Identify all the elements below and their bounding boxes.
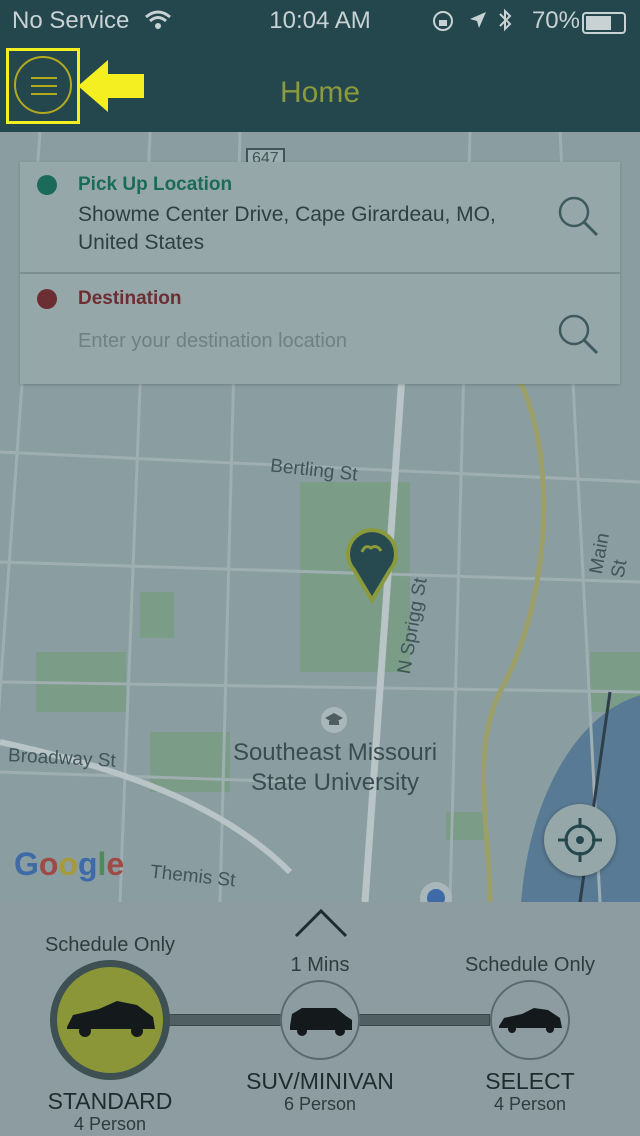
destination-input[interactable]: Enter your destination location — [78, 330, 347, 353]
street-label: Main St — [586, 531, 632, 580]
vehicle-name: STANDARD — [47, 1088, 173, 1114]
vehicle-name: SUV/MINIVAN — [246, 1068, 394, 1094]
search-icon[interactable] — [556, 312, 600, 356]
vehicle-option-select[interactable]: Schedule Only SELECT 4 Person — [430, 902, 630, 1136]
status-bar: No Service 10:04 AM 70% — [0, 0, 640, 40]
vehicle-selector: Schedule Only STANDARD 4 Person 1 Mins S… — [0, 902, 640, 1136]
destination-dot — [37, 289, 57, 309]
battery-percent: 70% — [531, 7, 580, 34]
vehicle-availability: 1 Mins — [290, 954, 350, 976]
my-location-button[interactable] — [544, 804, 616, 876]
vehicle-option-suv[interactable]: 1 Mins SUV/MINIVAN 6 Person — [220, 902, 420, 1136]
vehicle-capacity: 6 Person — [283, 1094, 357, 1114]
car-icon — [290, 1008, 352, 1036]
battery-icon — [582, 12, 626, 34]
university-label: Southeast Missouri State University — [232, 739, 438, 796]
vehicle-circle — [50, 960, 170, 1080]
car-icon — [67, 1001, 155, 1037]
pickup-card[interactable]: Pick Up Location Showme Center Drive, Ca… — [20, 162, 620, 272]
crosshair-icon — [558, 818, 602, 862]
pickup-pin-icon[interactable] — [340, 524, 404, 604]
location-arrow-icon — [470, 12, 486, 28]
app-header: Home — [0, 40, 640, 132]
vehicle-capacity: 4 Person — [73, 1114, 147, 1134]
pickup-label: Pick Up Location — [78, 174, 233, 195]
location-panel: Pick Up Location Showme Center Drive, Ca… — [20, 162, 620, 384]
vehicle-circle — [490, 980, 570, 1060]
page-title: Home — [279, 76, 361, 109]
google-logo: Google — [14, 846, 125, 882]
pickup-dot — [37, 175, 57, 195]
current-location-dot — [420, 882, 452, 902]
bluetooth-icon — [499, 8, 512, 32]
destination-label: Destination — [78, 288, 182, 309]
pickup-address: Showme Center Drive, Cape Girardeau, MO,… — [78, 203, 496, 254]
vehicle-capacity: 4 Person — [493, 1094, 567, 1114]
vehicle-availability: Schedule Only — [464, 954, 596, 976]
vehicle-circle — [280, 980, 360, 1060]
rotation-lock-icon — [433, 11, 453, 31]
vehicle-name: SELECT — [485, 1068, 575, 1094]
destination-card[interactable]: Destination Enter your destination locat… — [20, 274, 620, 384]
vehicle-option-standard[interactable]: Schedule Only STANDARD 4 Person — [10, 902, 210, 1136]
search-icon[interactable] — [556, 194, 600, 238]
vehicle-availability: Schedule Only — [44, 934, 176, 956]
battery-fill — [586, 16, 612, 30]
car-icon — [499, 1008, 562, 1033]
university-icon — [321, 707, 347, 733]
